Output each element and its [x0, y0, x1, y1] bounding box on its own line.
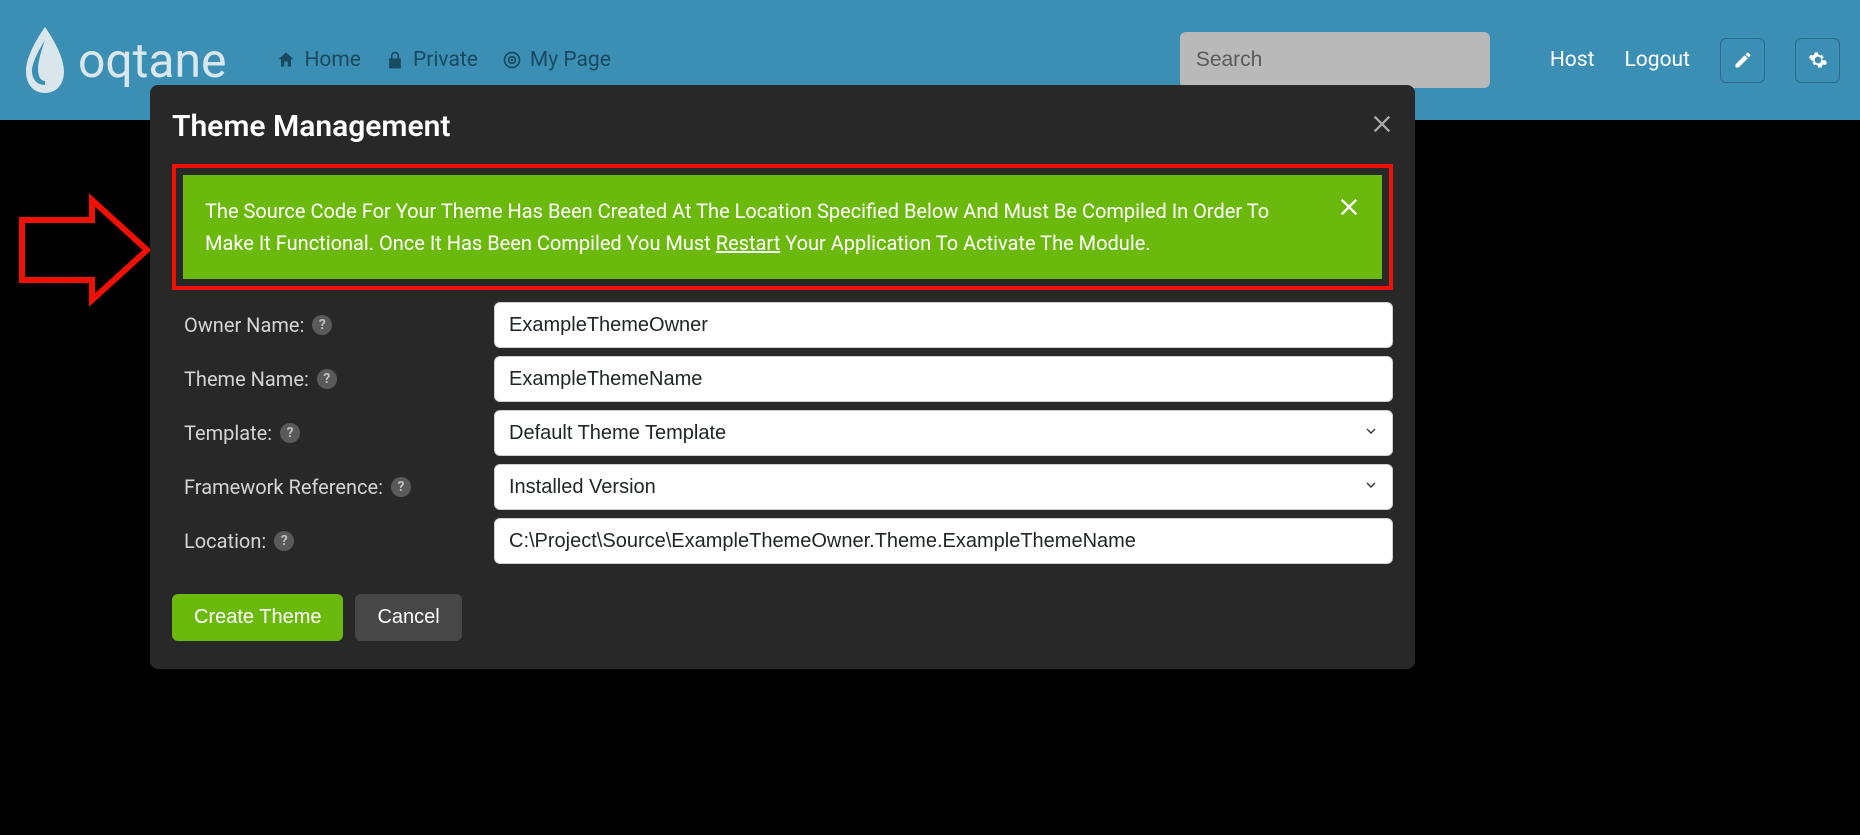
help-icon[interactable]: ?	[280, 423, 300, 443]
label-location: Location: ?	[172, 529, 482, 553]
help-icon[interactable]: ?	[312, 315, 332, 335]
home-icon	[276, 50, 296, 70]
user-controls: Host Logout	[1550, 38, 1840, 83]
nav-links: Home Private My Page	[276, 48, 610, 72]
row-location: Location: ?	[172, 518, 1393, 564]
lock-icon	[385, 50, 405, 70]
cancel-button[interactable]: Cancel	[355, 594, 461, 641]
label-location-text: Location:	[184, 529, 266, 553]
row-owner-name: Owner Name: ?	[172, 302, 1393, 348]
label-theme-name-text: Theme Name:	[184, 367, 309, 391]
alert-text: The Source Code For Your Theme Has Been …	[205, 195, 1322, 259]
nav-home-label: Home	[304, 48, 361, 72]
alert-dismiss-button[interactable]	[1338, 195, 1360, 227]
row-template: Template: ?	[172, 410, 1393, 456]
label-owner-name-text: Owner Name:	[184, 313, 304, 337]
nav-private-label: Private	[413, 48, 478, 72]
help-icon[interactable]: ?	[274, 531, 294, 551]
label-framework: Framework Reference: ?	[172, 475, 482, 499]
help-icon[interactable]: ?	[317, 369, 337, 389]
row-framework: Framework Reference: ?	[172, 464, 1393, 510]
search-input[interactable]	[1196, 48, 1467, 72]
label-template-text: Template:	[184, 421, 272, 445]
annotation-arrow	[12, 190, 152, 310]
user-link[interactable]: Host	[1550, 48, 1595, 72]
edit-button[interactable]	[1720, 38, 1765, 83]
modal-close-button[interactable]	[1371, 113, 1393, 140]
modal-actions: Create Theme Cancel	[172, 594, 1393, 641]
close-icon	[1371, 113, 1393, 135]
success-alert: The Source Code For Your Theme Has Been …	[183, 175, 1382, 279]
help-icon[interactable]: ?	[391, 477, 411, 497]
droplet-icon	[20, 23, 70, 97]
row-theme-name: Theme Name: ?	[172, 356, 1393, 402]
create-theme-button[interactable]: Create Theme	[172, 594, 343, 641]
restart-link[interactable]: Restart	[716, 231, 780, 255]
input-location[interactable]	[494, 518, 1393, 564]
input-theme-name[interactable]	[494, 356, 1393, 402]
nav-private[interactable]: Private	[385, 48, 478, 72]
gear-icon	[1808, 50, 1828, 70]
alert-text-after: Your Application To Activate The Module.	[780, 231, 1150, 255]
select-framework[interactable]	[494, 464, 1393, 510]
search-box[interactable]	[1180, 32, 1490, 88]
brand-text: oqtane	[78, 32, 226, 89]
settings-button[interactable]	[1795, 38, 1840, 83]
label-template: Template: ?	[172, 421, 482, 445]
pencil-icon	[1733, 50, 1753, 70]
alert-highlight-box: The Source Code For Your Theme Has Been …	[172, 164, 1393, 290]
label-owner-name: Owner Name: ?	[172, 313, 482, 337]
modal-header: Theme Management	[172, 109, 1393, 144]
label-framework-text: Framework Reference:	[184, 475, 383, 499]
close-icon	[1338, 196, 1360, 218]
theme-management-modal: Theme Management The Source Code For You…	[150, 85, 1415, 669]
nav-mypage[interactable]: My Page	[502, 48, 611, 72]
nav-mypage-label: My Page	[530, 48, 611, 72]
nav-home[interactable]: Home	[276, 48, 361, 72]
input-owner-name[interactable]	[494, 302, 1393, 348]
label-theme-name: Theme Name: ?	[172, 367, 482, 391]
select-template[interactable]	[494, 410, 1393, 456]
logout-link[interactable]: Logout	[1624, 48, 1690, 72]
modal-title: Theme Management	[172, 109, 450, 144]
target-icon	[502, 50, 522, 70]
